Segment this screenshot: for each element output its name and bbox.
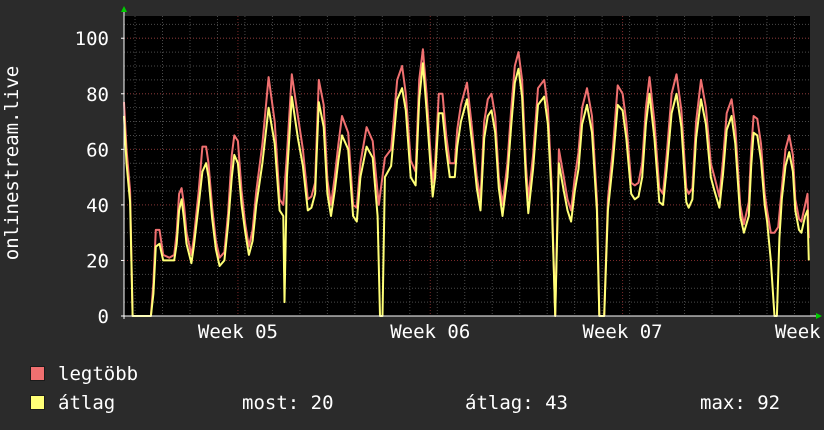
x-tick-label: Week 07	[583, 321, 663, 343]
legend-item-avg: átlag most: 20 átlag: 43 max: 92	[30, 393, 800, 413]
graph-image: 0 20 40 60 80 100 Week 05 Week 06 Week 07 Week 08…	[0, 0, 824, 430]
y-tick-label: 80	[86, 84, 109, 106]
stat-average: átlag: 43	[465, 392, 568, 414]
x-tick-label: Week 05	[198, 321, 278, 343]
y-tick-label: 20	[86, 250, 109, 272]
legend-label-avg: átlag	[58, 392, 116, 414]
stat-maximum: max: 92	[700, 392, 781, 414]
legend-swatch-max	[30, 366, 45, 381]
x-axis-arrow-icon	[816, 313, 822, 319]
legend-item-max: legtöbb	[30, 364, 230, 384]
x-tick-label: Week 06	[390, 321, 470, 343]
y-tick-label: 100	[75, 28, 109, 50]
y-tick-label: 40	[86, 195, 109, 217]
y-axis-arrow-icon	[121, 6, 127, 12]
plot-background	[124, 16, 810, 316]
y-tick-label: 0	[98, 306, 109, 328]
y-tick-label: 60	[86, 139, 109, 161]
stat-current: most: 20	[242, 392, 334, 414]
legend-swatch-avg	[30, 395, 45, 410]
y-axis-label: onlinestream.live	[1, 66, 23, 260]
legend-label-max: legtöbb	[58, 363, 139, 385]
x-tick-label: Week 08	[775, 321, 824, 343]
